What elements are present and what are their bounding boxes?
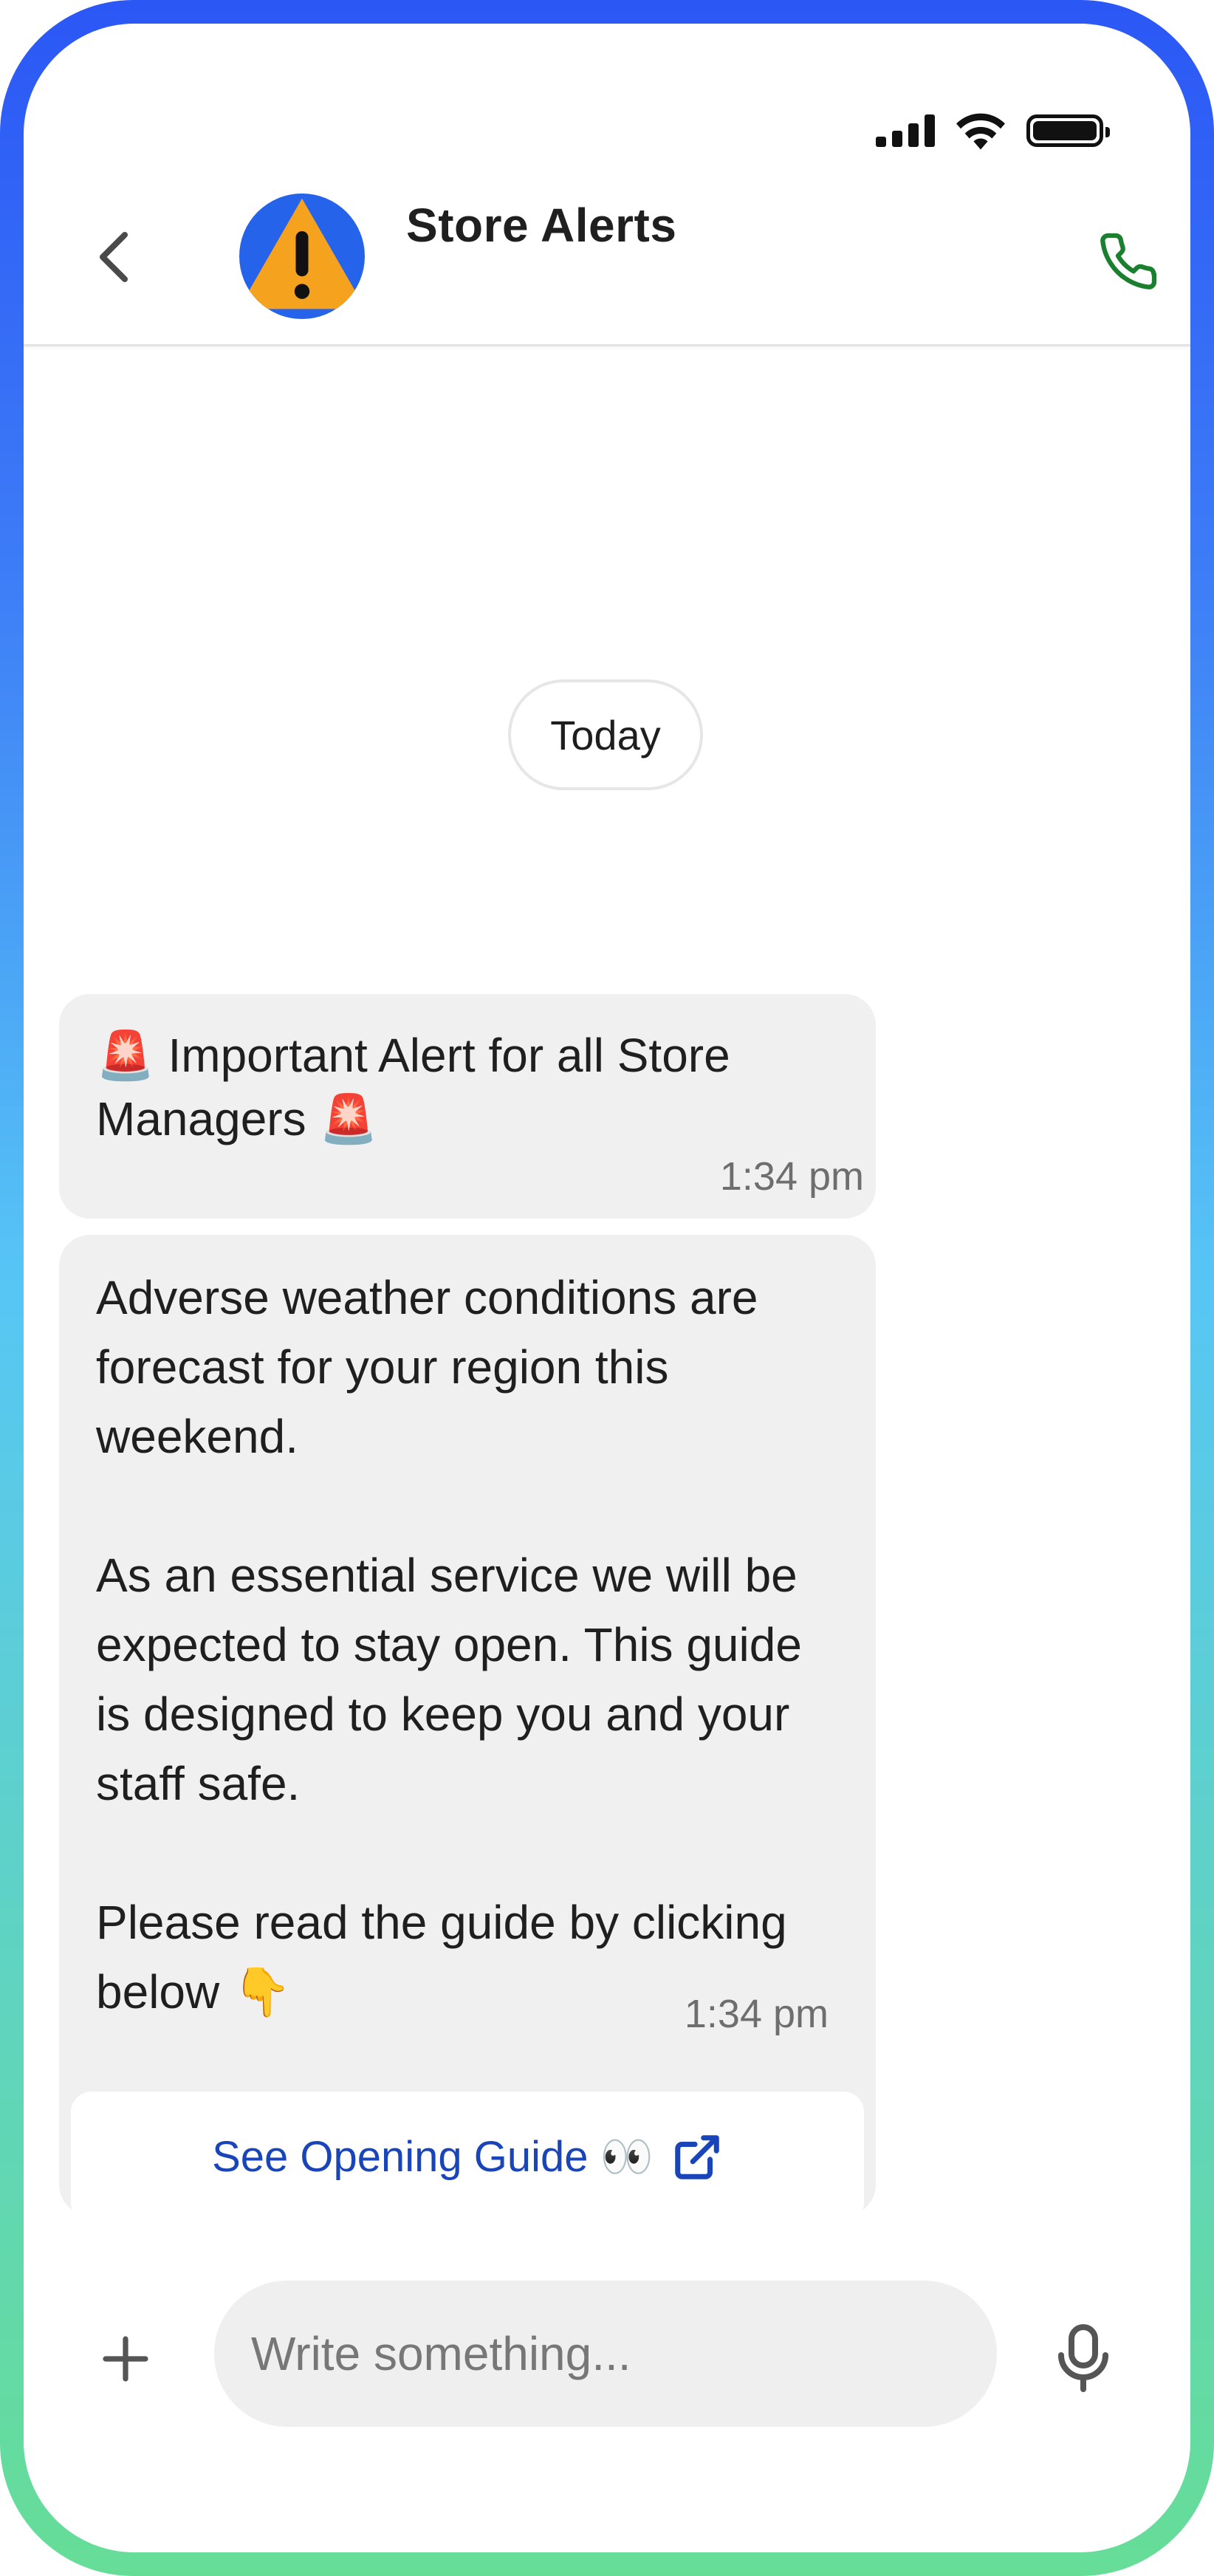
see-opening-guide-button[interactable]: See Opening Guide 👀 [71, 2092, 864, 2223]
call-button[interactable] [1091, 225, 1165, 298]
avatar[interactable] [239, 193, 365, 319]
message-bubble: 🚨 Important Alert for all Store Managers… [59, 994, 876, 1219]
status-bar [876, 111, 1110, 151]
button-label: See Opening Guide 👀 [212, 2133, 654, 2181]
message-time: 1:34 pm [719, 1154, 864, 1199]
back-button[interactable] [84, 227, 143, 287]
date-separator: Today [508, 679, 703, 790]
message-time: 1:34 pm [684, 1992, 829, 2036]
battery-icon [1026, 114, 1110, 147]
microphone-icon [1058, 2324, 1108, 2392]
phone-screen: Store Alerts Today 🚨 Important Alert for… [24, 24, 1190, 2552]
chat-header: Store Alerts [24, 193, 1190, 346]
back-chevron-icon [100, 232, 128, 282]
plus-icon [103, 2336, 148, 2382]
message-text: Adverse weather conditions are forecast … [96, 1271, 802, 2018]
warning-icon [244, 198, 360, 309]
message-input[interactable] [214, 2281, 997, 2427]
message-bubble: Adverse weather conditions are forecast … [59, 1235, 876, 2223]
chat-title: Store Alerts [406, 199, 677, 252]
external-link-icon [675, 2135, 719, 2179]
attach-button[interactable] [89, 2322, 162, 2396]
signal-icon [876, 114, 935, 147]
wifi-icon [956, 113, 1005, 150]
message-text: 🚨 Important Alert for all Store Managers… [96, 1029, 730, 1145]
device-frame: Store Alerts Today 🚨 Important Alert for… [0, 0, 1214, 2576]
phone-call-icon [1100, 233, 1157, 290]
voice-button[interactable] [1043, 2318, 1124, 2399]
